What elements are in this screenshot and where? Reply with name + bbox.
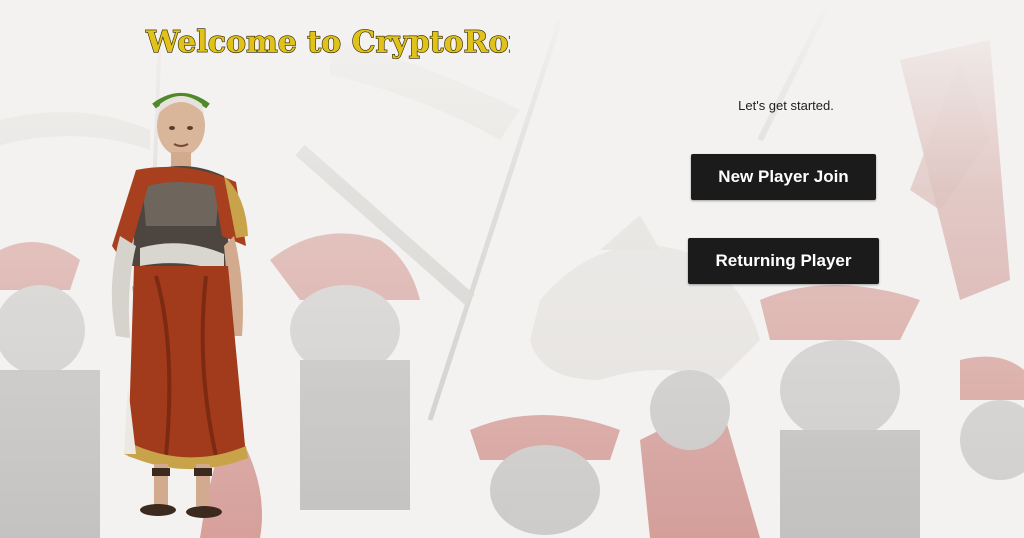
new-player-join-button[interactable]: New Player Join bbox=[691, 154, 876, 200]
welcome-title-text: Welcome to CryptoRome! bbox=[145, 25, 510, 60]
game-start-screen: Welcome to CryptoRome! bbox=[0, 0, 1024, 538]
welcome-title: Welcome to CryptoRome! bbox=[140, 18, 510, 66]
lets-get-started-text: Let's get started. bbox=[738, 98, 834, 113]
julius-caesar-figure bbox=[111, 93, 248, 518]
returning-player-button[interactable]: Returning Player bbox=[688, 238, 879, 284]
